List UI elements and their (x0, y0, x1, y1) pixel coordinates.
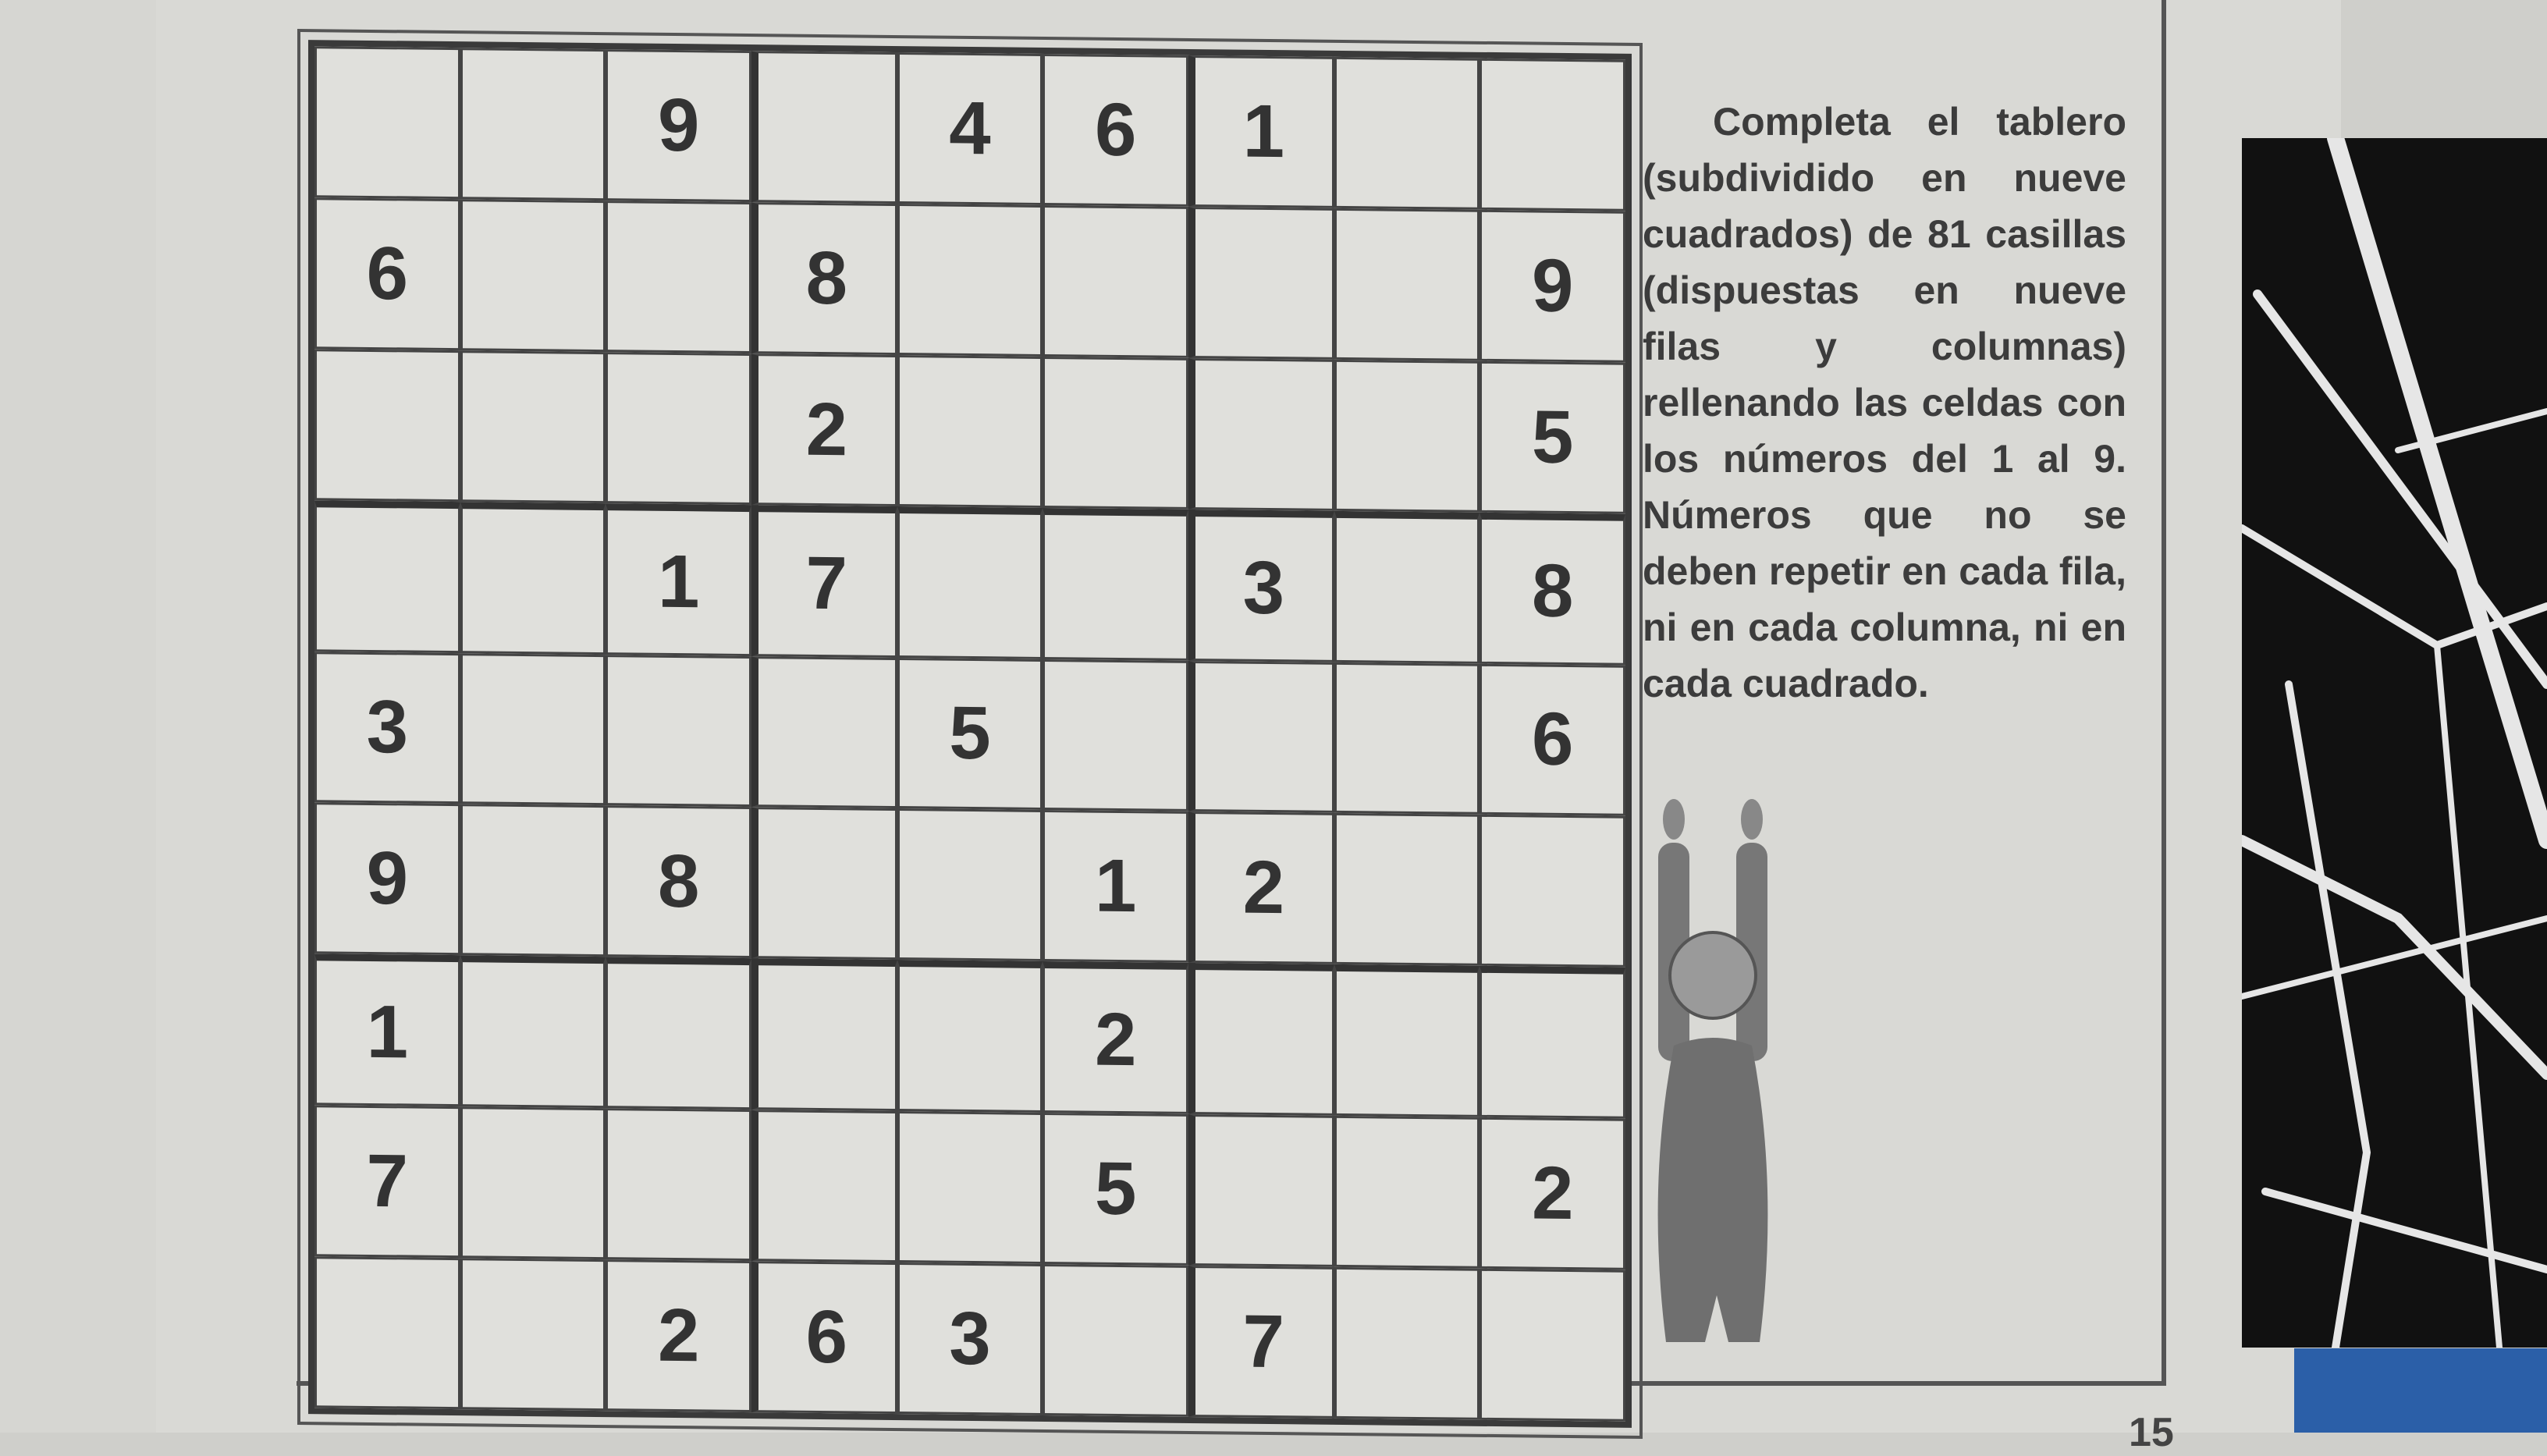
sudoku-cell: 7 (751, 504, 897, 658)
sudoku-cell (460, 501, 606, 655)
sudoku-cell (1043, 659, 1188, 812)
person-illustration (1657, 799, 1768, 1342)
sudoku-cell (897, 506, 1043, 659)
sudoku-cell: 7 (314, 1105, 460, 1259)
sudoku-cell: 8 (1480, 512, 1625, 666)
sudoku-cell (1043, 356, 1188, 510)
sudoku-cell (751, 807, 897, 961)
sudoku-cell (1043, 204, 1188, 358)
sudoku-cell (460, 48, 606, 201)
sudoku-cell (606, 957, 751, 1110)
sudoku-cell: 1 (606, 502, 751, 656)
sudoku-cell: 9 (1480, 209, 1625, 363)
sudoku-cell (751, 51, 897, 204)
sudoku-cell: 1 (314, 954, 460, 1107)
sudoku-cell (314, 1256, 460, 1410)
sudoku-cell (1480, 1268, 1625, 1422)
sudoku-cell (897, 354, 1043, 508)
sudoku-cell (751, 655, 897, 809)
sudoku-cell (460, 199, 606, 352)
sudoku-cell (897, 960, 1043, 1113)
sudoku-cell (1480, 966, 1625, 1120)
sudoku-cell (897, 1111, 1043, 1265)
sudoku-cell (460, 955, 606, 1109)
sudoku-cell (1480, 815, 1625, 968)
sudoku-cell: 6 (1480, 663, 1625, 817)
sudoku-cell: 9 (314, 802, 460, 956)
sudoku-cell (1334, 1266, 1480, 1420)
sudoku-cell (460, 1258, 606, 1412)
page-number: 15 (2129, 1410, 2174, 1455)
sudoku-cell: 2 (1043, 961, 1188, 1115)
sudoku-cell: 4 (897, 52, 1043, 205)
sudoku-cell: 7 (1188, 1266, 1334, 1419)
sudoku-cell (1188, 206, 1334, 360)
sudoku-cell (460, 652, 606, 806)
sudoku-cell (314, 499, 460, 653)
sudoku-cell: 3 (1188, 509, 1334, 662)
sudoku-cell: 1 (1188, 55, 1334, 208)
sudoku-cell (1334, 1116, 1480, 1269)
sudoku-cell: 6 (314, 197, 460, 350)
sudoku-cell (460, 804, 606, 957)
sudoku-cell: 5 (897, 657, 1043, 811)
sudoku-cell: 2 (606, 1259, 751, 1413)
sudoku-cell: 9 (606, 49, 751, 202)
sudoku-cell: 2 (1188, 811, 1334, 965)
sudoku-cell (1043, 1264, 1188, 1417)
sudoku-cell (1188, 660, 1334, 814)
sudoku-cell: 3 (314, 651, 460, 804)
sudoku-cell (1188, 1114, 1334, 1267)
sudoku-cell: 3 (897, 1262, 1043, 1415)
sudoku-cell (1188, 357, 1334, 511)
sudoku-cell (751, 1110, 897, 1263)
sudoku-cell: 8 (606, 805, 751, 959)
sudoku-cell: 6 (751, 1261, 897, 1415)
sudoku-grid: 94616892517383569812127522637 (297, 28, 1643, 1440)
sudoku-cell (1043, 507, 1188, 661)
sudoku-cell (1334, 510, 1480, 664)
sudoku-cell: 1 (1043, 810, 1188, 964)
sudoku-cell: 2 (1480, 1117, 1625, 1270)
sudoku-cell (897, 808, 1043, 962)
instructions-text: Completa el tablero (subdividido en nuev… (1643, 100, 2126, 705)
sudoku-cell: 6 (1043, 53, 1188, 207)
sudoku-cell (1480, 58, 1625, 211)
branches-photo (2242, 138, 2547, 1348)
sudoku-cell (1334, 56, 1480, 210)
sudoku-cell (1334, 208, 1480, 361)
blue-object (2294, 1348, 2547, 1433)
sudoku-cell (1334, 662, 1480, 815)
sudoku-cell: 5 (1043, 1113, 1188, 1266)
sudoku-cell: 5 (1480, 360, 1625, 514)
sudoku-cell (751, 958, 897, 1112)
facing-page (0, 0, 158, 1433)
sudoku-cell (606, 654, 751, 808)
sudoku-cell: 8 (751, 201, 897, 355)
sudoku-cell (314, 46, 460, 200)
sudoku-cell (1188, 963, 1334, 1117)
sudoku-cell (1334, 359, 1480, 513)
sudoku-cell (460, 350, 606, 503)
sudoku-cell: 2 (751, 353, 897, 506)
sudoku-cell (460, 1106, 606, 1260)
sudoku-cell (606, 1108, 751, 1262)
sudoku-cell (1334, 964, 1480, 1118)
sudoku-cell (314, 348, 460, 502)
sudoku-cell (606, 200, 751, 353)
sudoku-cell (897, 203, 1043, 357)
sudoku-cell (606, 351, 751, 505)
sudoku-cell (1334, 813, 1480, 967)
